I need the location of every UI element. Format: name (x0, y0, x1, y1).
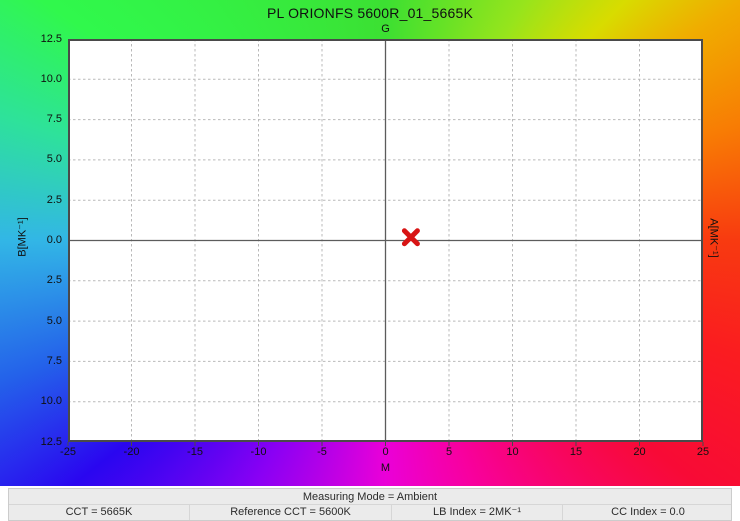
measuring-mode-bar: Measuring Mode = Ambient (9, 489, 731, 505)
reference-cct-value: Reference CCT = 5600K (189, 505, 391, 520)
y-tick-label: 5.0 (22, 315, 62, 328)
cct-value: CCT = 5665K (9, 505, 189, 520)
y-tick-label: 10.0 (22, 73, 62, 86)
x-tick-label: 15 (570, 446, 582, 459)
x-tick-label: -5 (317, 446, 327, 459)
y-tick-label: 0.0 (22, 234, 62, 247)
x-tick-label: -20 (124, 446, 140, 459)
x-tick-label: -25 (60, 446, 76, 459)
lb-cc-plot-area (68, 39, 703, 442)
y-tick-label: 12.5 (22, 33, 62, 46)
lb-index-value: LB Index = 2MK⁻¹ (391, 505, 562, 520)
cc-index-value: CC Index = 0.0 (562, 505, 733, 520)
y-tick-label: 2.5 (22, 274, 62, 287)
axis-label-magenta: M (68, 462, 703, 474)
y-tick-label: 5.0 (22, 153, 62, 166)
x-tick-label: 10 (506, 446, 518, 459)
page-title: PL ORIONFS 5600R_01_5665K (0, 5, 740, 21)
y-tick-label: 10.0 (22, 395, 62, 408)
x-tick-label: 25 (697, 446, 709, 459)
x-tick-label: 5 (446, 446, 452, 459)
y-tick-label: 7.5 (22, 355, 62, 368)
measurement-values-bar: CCT = 5665K Reference CCT = 5600K LB Ind… (9, 505, 731, 520)
axis-label-green: G (68, 23, 703, 35)
y-tick-label: 7.5 (22, 113, 62, 126)
y-tick-label: 12.5 (22, 436, 62, 449)
spectrometer-screen: PL ORIONFS 5600R_01_5665K G M B[MK⁻¹] A[… (0, 0, 740, 521)
y-tick-label: 2.5 (22, 194, 62, 207)
plot-canvas (68, 39, 703, 442)
y-axis-label-amber: A[MK⁻¹] (708, 218, 721, 257)
x-tick-label: -15 (187, 446, 203, 459)
x-tick-label: -10 (251, 446, 267, 459)
status-bars: Measuring Mode = Ambient CCT = 5665K Ref… (8, 488, 732, 521)
x-tick-label: 0 (382, 446, 388, 459)
x-tick-label: 20 (633, 446, 645, 459)
